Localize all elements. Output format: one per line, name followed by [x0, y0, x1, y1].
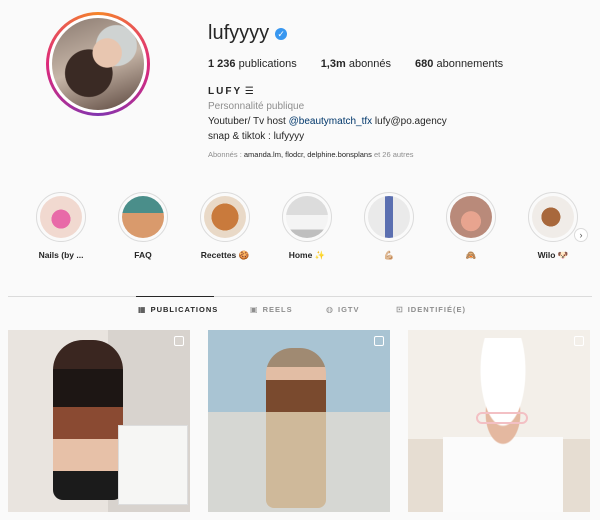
- tab-publications[interactable]: ▦ PUBLICATIONS: [138, 305, 218, 314]
- multi-photo-icon: [174, 336, 184, 346]
- highlight-cover: [368, 196, 410, 238]
- highlight-label: Wilo 🐶: [537, 250, 569, 260]
- profile-avatar-story-ring[interactable]: [46, 12, 150, 116]
- highlight-label: Home ✨: [288, 250, 326, 260]
- following-count: 680: [415, 58, 434, 70]
- posts-stat: 1 236 publications: [208, 58, 297, 70]
- avatar-frame: [49, 15, 147, 113]
- highlight-cover: [450, 196, 492, 238]
- highlight-recettes[interactable]: Recettes 🍪: [190, 192, 260, 261]
- post-dresser: [118, 425, 188, 505]
- story-highlights: Nails (by ... FAQ Recettes 🍪 Home ✨ 💪🏼 🙈…: [0, 192, 600, 267]
- followed-by-names: amanda.lm, flodcr, delphine.bonsplans: [243, 150, 372, 159]
- highlight-cover: [122, 196, 164, 238]
- post-thumbnail[interactable]: [408, 330, 590, 512]
- bio-line-2: snap & tiktok : lufyyyy: [208, 131, 305, 142]
- username-row: lufyyyy ✓: [208, 22, 288, 45]
- post-glasses: [476, 412, 528, 424]
- highlight-home[interactable]: Home ✨: [272, 192, 342, 261]
- tagged-icon: ⊡: [396, 305, 404, 314]
- post-figure: [53, 340, 123, 500]
- tab-igtv[interactable]: ◍ IGTV: [326, 305, 360, 314]
- post-figure: [266, 348, 326, 508]
- tab-tagged[interactable]: ⊡ IDENTIFIÉ(E): [396, 305, 466, 314]
- menu-lines-icon: ☰: [244, 86, 254, 97]
- highlight-label: FAQ: [134, 250, 152, 260]
- highlight-cover: [40, 196, 82, 238]
- highlight-label: 💪🏼: [383, 250, 395, 260]
- highlight-cover: [204, 196, 246, 238]
- highlight-monkey[interactable]: 🙈: [436, 192, 506, 261]
- username: lufyyyy: [208, 22, 270, 44]
- highlight-nails[interactable]: Nails (by ...: [26, 192, 96, 260]
- grid-icon: ▦: [138, 305, 147, 314]
- post-thumbnail[interactable]: [208, 330, 390, 512]
- highlight-label: Recettes 🍪: [200, 250, 250, 260]
- reels-icon: ▣: [250, 305, 259, 314]
- highlights-next-arrow-icon[interactable]: ›: [574, 228, 588, 242]
- highlight-cover: [532, 196, 574, 238]
- profile-stats: 1 236 publications 1,3m abonnés 680 abon…: [208, 58, 527, 70]
- avatar: [52, 18, 144, 110]
- followers-count: 1,3m: [320, 58, 346, 70]
- highlight-sport[interactable]: 💪🏼: [354, 192, 424, 261]
- posts-count: 1 236: [208, 58, 236, 70]
- highlight-wilo[interactable]: Wilo 🐶: [518, 192, 588, 261]
- following-label: abonnements: [436, 58, 504, 70]
- profile-bio: LUFY ☰ Personnalité publique Youtuber/ T…: [208, 84, 578, 144]
- bio-mention-link[interactable]: @beautymatch_tfx: [289, 116, 373, 127]
- highlight-cover: [286, 196, 328, 238]
- profile-category: Personnalité publique: [208, 101, 305, 112]
- post-figure: [443, 338, 563, 512]
- multi-photo-icon: [374, 336, 384, 346]
- profile-tabs: ▦ PUBLICATIONS ▣ REELS ◍ IGTV ⊡ IDENTIFI…: [0, 305, 600, 321]
- followers-label: abonnés: [348, 58, 392, 70]
- highlight-label: 🙈: [465, 250, 477, 260]
- active-tab-indicator: [136, 296, 214, 297]
- highlight-faq[interactable]: FAQ: [108, 192, 178, 260]
- post-thumbnail[interactable]: [8, 330, 190, 512]
- tabs-divider: [8, 296, 592, 297]
- following-stat[interactable]: 680 abonnements: [415, 58, 503, 70]
- followers-stat[interactable]: 1,3m abonnés: [321, 58, 391, 70]
- full-name: LUFY ☰: [208, 86, 254, 97]
- bio-line-1: Youtuber/ Tv host @beautymatch_tfx lufy@…: [208, 116, 447, 127]
- igtv-icon: ◍: [326, 305, 334, 314]
- verified-badge-icon: ✓: [275, 27, 288, 40]
- multi-photo-icon: [574, 336, 584, 346]
- tab-reels[interactable]: ▣ REELS: [250, 305, 293, 314]
- followed-by[interactable]: Abonnés : amanda.lm, flodcr, delphine.bo…: [208, 150, 414, 159]
- highlight-label: Nails (by ...: [38, 250, 84, 260]
- posts-label: publications: [238, 58, 297, 70]
